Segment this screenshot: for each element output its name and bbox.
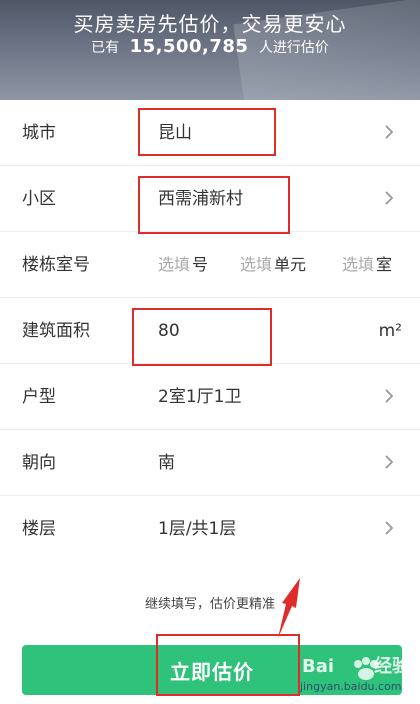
hint-text: 继续填写，估价更精准 bbox=[144, 597, 275, 612]
chevron-right-icon bbox=[385, 521, 394, 535]
room-number-unit: 室 bbox=[376, 255, 393, 274]
chevron-right-icon bbox=[385, 389, 394, 403]
chevron-right-icon bbox=[385, 191, 394, 205]
layout-label: 户型 bbox=[22, 387, 56, 407]
building-number-unit: 号 bbox=[192, 255, 209, 274]
banner-title: 买房卖房先估价，交易更安心 bbox=[73, 12, 347, 36]
layout-value[interactable]: 2室1厅1卫 bbox=[158, 364, 241, 430]
floor-row[interactable]: 楼层 1层/共1层 bbox=[0, 496, 420, 562]
banner-subtitle: 已有 15,500,785 人进行估价 bbox=[0, 36, 420, 57]
floor-value[interactable]: 1层/共1层 bbox=[158, 496, 236, 562]
area-label: 建筑面积 bbox=[22, 321, 90, 341]
community-value[interactable]: 西需浦新村 bbox=[158, 166, 243, 232]
room-number-row: 楼栋室号 选填号 选填 单元 选填室 bbox=[0, 232, 420, 298]
header-banner: 买房卖房先估价，交易更安心 已有 15,500,785 人进行估价 bbox=[0, 0, 420, 100]
floor-label: 楼层 bbox=[22, 519, 56, 539]
community-label: 小区 bbox=[22, 189, 56, 209]
chevron-right-icon bbox=[385, 125, 394, 139]
area-unit: m² bbox=[378, 321, 402, 341]
unit-number-placeholder: 选填 bbox=[240, 255, 273, 274]
area-row: 建筑面积 80 m² bbox=[0, 298, 420, 364]
valuation-form: 城市 昆山 小区 西需浦新村 楼栋室号 选填号 选填 单元 选填室 建筑面积 80… bbox=[0, 100, 420, 562]
city-value[interactable]: 昆山 bbox=[158, 100, 192, 166]
room-number-input[interactable]: 选填室 bbox=[342, 232, 392, 298]
room-number-placeholder: 选填 bbox=[342, 255, 375, 274]
city-row[interactable]: 城市 昆山 bbox=[0, 100, 420, 166]
orientation-label: 朝向 bbox=[22, 453, 56, 473]
watermark-brand-name: Bai bbox=[302, 656, 335, 677]
banner-sub-suffix: 人进行估价 bbox=[258, 40, 329, 56]
watermark-product: 经验 bbox=[374, 656, 411, 677]
valuation-count: 15,500,785 bbox=[129, 36, 249, 57]
building-number-placeholder: 选填 bbox=[158, 255, 191, 274]
layout-row[interactable]: 户型 2室1厅1卫 bbox=[0, 364, 420, 430]
orientation-value[interactable]: 南 bbox=[158, 430, 175, 496]
building-number-input[interactable]: 选填号 bbox=[158, 232, 208, 298]
room-number-label: 楼栋室号 bbox=[22, 255, 90, 275]
watermark-url: jingyan.baidu.com bbox=[300, 680, 402, 693]
area-input[interactable]: 80 bbox=[158, 298, 180, 364]
unit-number-unit: 单元 bbox=[274, 255, 307, 274]
orientation-row[interactable]: 朝向 南 bbox=[0, 430, 420, 496]
city-label: 城市 bbox=[22, 123, 56, 143]
community-row[interactable]: 小区 西需浦新村 bbox=[0, 166, 420, 232]
arrow-annotation-icon bbox=[278, 578, 300, 638]
banner-sub-prefix: 已有 bbox=[91, 40, 120, 56]
unit-number-input[interactable]: 选填 单元 bbox=[240, 232, 306, 298]
watermark-brand: Bai 经验 bbox=[302, 652, 410, 678]
chevron-right-icon bbox=[385, 455, 394, 469]
